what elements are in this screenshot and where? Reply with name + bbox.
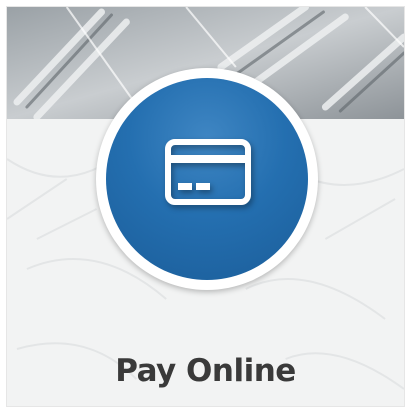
pay-online-label: Pay Online	[115, 353, 296, 389]
credit-card-icon	[165, 139, 251, 205]
pay-online-tile[interactable]: Pay Online	[6, 6, 405, 407]
